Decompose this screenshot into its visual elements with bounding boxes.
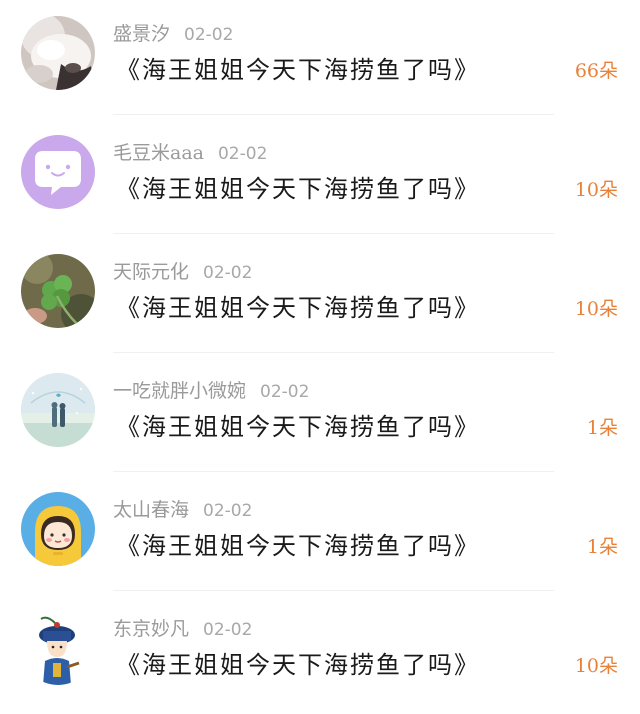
qing-official-cartoon-avatar-icon[interactable] <box>21 611 95 685</box>
list-item[interactable]: 东京妙凡 02-02 《海王姐姐今天下海捞鱼了吗》 10朵 <box>0 595 640 714</box>
flower-count: 1朵 <box>586 536 618 558</box>
couple-scene-avatar-icon[interactable] <box>21 373 95 447</box>
entry-date: 02-02 <box>217 144 268 164</box>
book-title[interactable]: 《海王姐姐今天下海捞鱼了吗》 <box>116 52 480 88</box>
list-item[interactable]: 天际元化 02-02 《海王姐姐今天下海捞鱼了吗》 10朵 <box>0 238 640 357</box>
entry-date: 02-02 <box>203 501 253 521</box>
user-name[interactable]: 太山春海 <box>113 499 189 521</box>
flower-gift-list: 盛景汐 02-02 《海王姐姐今天下海捞鱼了吗》 66朵 毛豆米aaa 02-02 … <box>0 0 640 697</box>
entry-meta: 太山春海 02-02 <box>113 497 252 523</box>
entry-date: 02-02 <box>203 620 253 640</box>
entry-date: 02-02 <box>184 25 234 45</box>
user-name[interactable]: 天际元化 <box>113 261 189 283</box>
user-name[interactable]: 毛豆米aaa <box>113 142 204 164</box>
flower-count: 1朵 <box>586 417 618 439</box>
entry-meta: 一吃就胖小微婉 02-02 <box>113 378 309 404</box>
yellow-raincoat-girl-avatar-icon[interactable] <box>21 492 95 566</box>
divider <box>113 114 554 115</box>
book-title[interactable]: 《海王姐姐今天下海捞鱼了吗》 <box>116 409 480 445</box>
entry-meta: 毛豆米aaa 02-02 <box>113 140 267 166</box>
entry-meta: 天际元化 02-02 <box>113 259 252 285</box>
list-item[interactable]: 盛景汐 02-02 《海王姐姐今天下海捞鱼了吗》 66朵 <box>0 0 640 119</box>
user-name[interactable]: 盛景汐 <box>113 23 170 45</box>
book-title[interactable]: 《海王姐姐今天下海捞鱼了吗》 <box>116 290 480 326</box>
user-name[interactable]: 一吃就胖小微婉 <box>113 380 246 402</box>
purple-chat-bubble-avatar-icon[interactable] <box>21 135 95 209</box>
entry-meta: 东京妙凡 02-02 <box>113 616 252 642</box>
user-name[interactable]: 东京妙凡 <box>113 618 189 640</box>
book-title[interactable]: 《海王姐姐今天下海捞鱼了吗》 <box>116 528 480 564</box>
flower-count: 10朵 <box>574 298 618 320</box>
list-item[interactable]: 一吃就胖小微婉 02-02 《海王姐姐今天下海捞鱼了吗》 1朵 <box>0 357 640 476</box>
white-fluffy-animal-avatar-icon[interactable] <box>21 16 95 90</box>
entry-date: 02-02 <box>203 263 253 283</box>
divider <box>113 590 554 591</box>
flower-count: 10朵 <box>574 655 618 677</box>
flower-count: 66朵 <box>574 60 618 82</box>
divider <box>113 471 554 472</box>
book-title[interactable]: 《海王姐姐今天下海捞鱼了吗》 <box>116 647 480 683</box>
divider <box>113 233 554 234</box>
list-item[interactable]: 毛豆米aaa 02-02 《海王姐姐今天下海捞鱼了吗》 10朵 <box>0 119 640 238</box>
divider <box>113 352 554 353</box>
entry-date: 02-02 <box>260 382 310 402</box>
book-title[interactable]: 《海王姐姐今天下海捞鱼了吗》 <box>116 171 480 207</box>
entry-meta: 盛景汐 02-02 <box>113 21 233 47</box>
flower-count: 10朵 <box>574 179 618 201</box>
clover-avatar-icon[interactable] <box>21 254 95 328</box>
list-item[interactable]: 太山春海 02-02 《海王姐姐今天下海捞鱼了吗》 1朵 <box>0 476 640 595</box>
